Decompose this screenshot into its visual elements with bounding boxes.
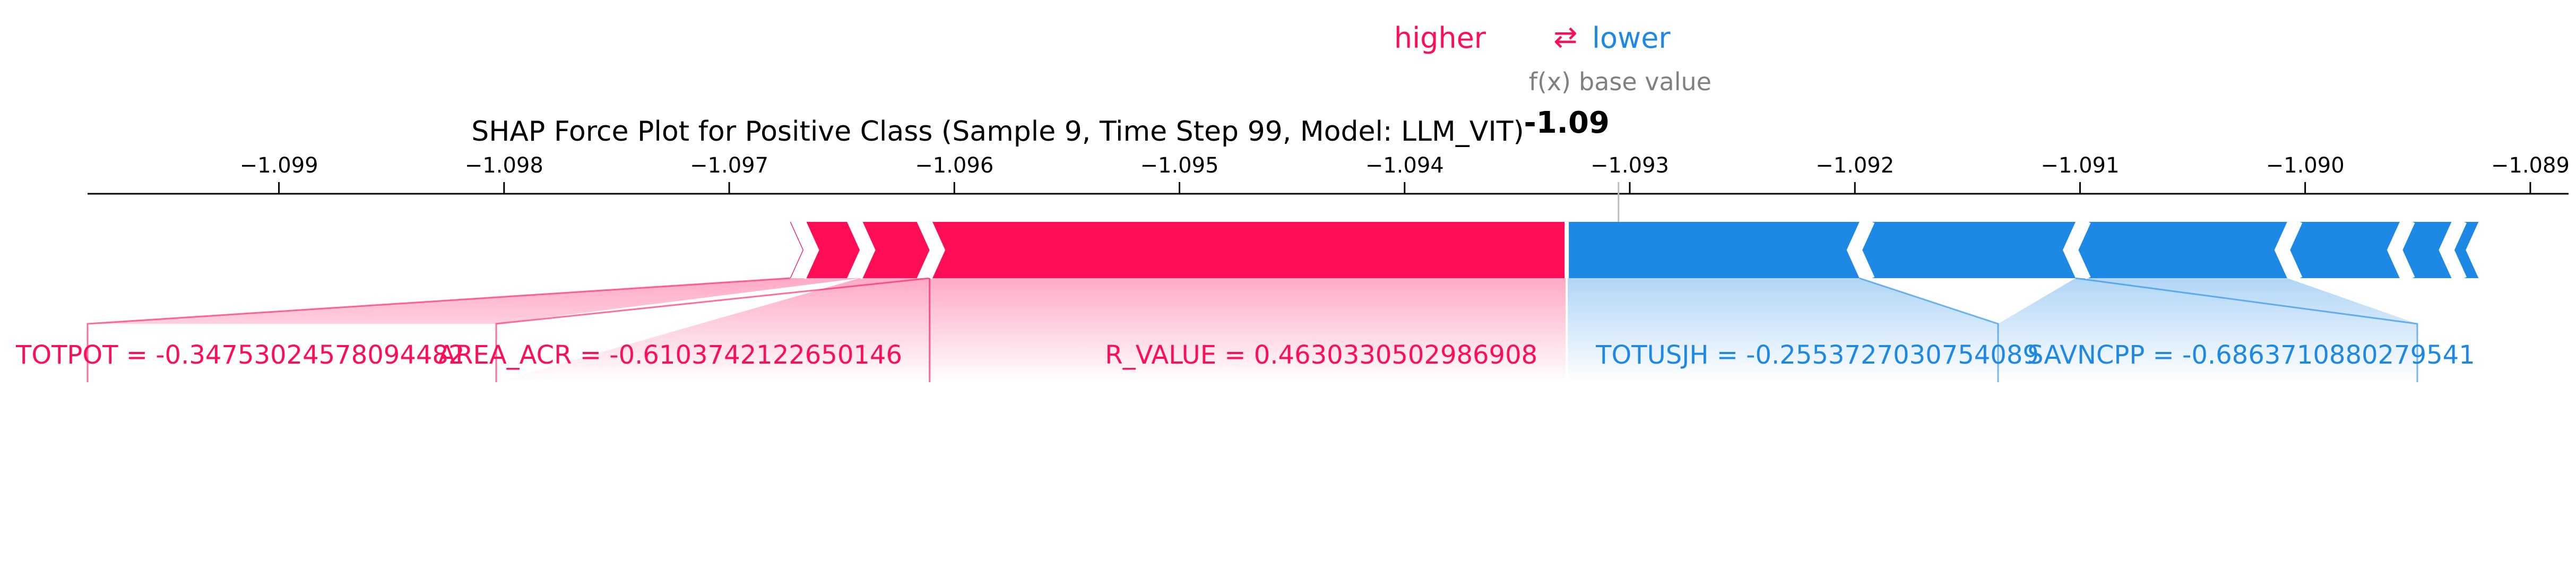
negative-bar-segment — [1567, 222, 1860, 278]
x-tick-label: −1.094 — [1365, 153, 1444, 178]
negative-bar-segment — [2287, 222, 2400, 278]
x-tick-label: −1.091 — [2041, 153, 2119, 178]
x-tick-label: −1.096 — [915, 153, 993, 178]
x-tick-label: −1.090 — [2266, 153, 2345, 178]
x-tick-label: −1.092 — [1816, 153, 1894, 178]
chart-title: SHAP Force Plot for Positive Class (Samp… — [471, 116, 1524, 148]
feature-labels: R_VALUE = 0.4630330502986908 AREA_ACR = -… — [15, 340, 2475, 370]
output-value: -1.09 — [1524, 106, 1609, 140]
feature-label: AREA_ACR = -0.6103742122650146 — [438, 340, 902, 370]
legend-higher: higher — [1394, 21, 1486, 55]
negative-bar-segment — [2075, 222, 2287, 278]
negative-bar-segment — [1859, 222, 2076, 278]
feature-label: TOTPOT = -0.34753024578094482 — [15, 340, 464, 370]
legend-lower: lower — [1592, 21, 1671, 55]
feature-label: R_VALUE = 0.4630330502986908 — [1105, 340, 1537, 370]
negative-bar-segment — [2451, 222, 2479, 278]
output-label: f(x) — [1529, 67, 1571, 96]
legend: higher ⇄ lower — [1394, 20, 1671, 55]
positive-bar-segment — [803, 222, 860, 278]
shap-force-plot: SHAP Force Plot for Positive Class (Samp… — [15, 20, 2570, 382]
feature-label: SAVNCPP = -0.6863710880279541 — [2027, 340, 2475, 370]
x-tick-label: −1.089 — [2491, 153, 2570, 178]
legend-arrow: ⇄ — [1553, 20, 1577, 54]
x-tick-label: −1.098 — [465, 153, 543, 178]
x-tick-label: −1.095 — [1140, 153, 1218, 178]
x-axis: −1.099 −1.098 −1.097 −1.096 −1.095 −1.094 −1.0… — [88, 153, 2570, 222]
positive-bar-segment — [929, 222, 1567, 278]
x-tick-label: −1.097 — [690, 153, 768, 178]
base-value-label: base value — [1579, 67, 1711, 96]
x-tick-label: −1.099 — [240, 153, 318, 178]
feature-label: TOTUSJH = -0.2553727030754089 — [1595, 340, 2039, 370]
positive-bar-segment — [790, 222, 804, 278]
x-tick-label: −1.093 — [1590, 153, 1669, 178]
